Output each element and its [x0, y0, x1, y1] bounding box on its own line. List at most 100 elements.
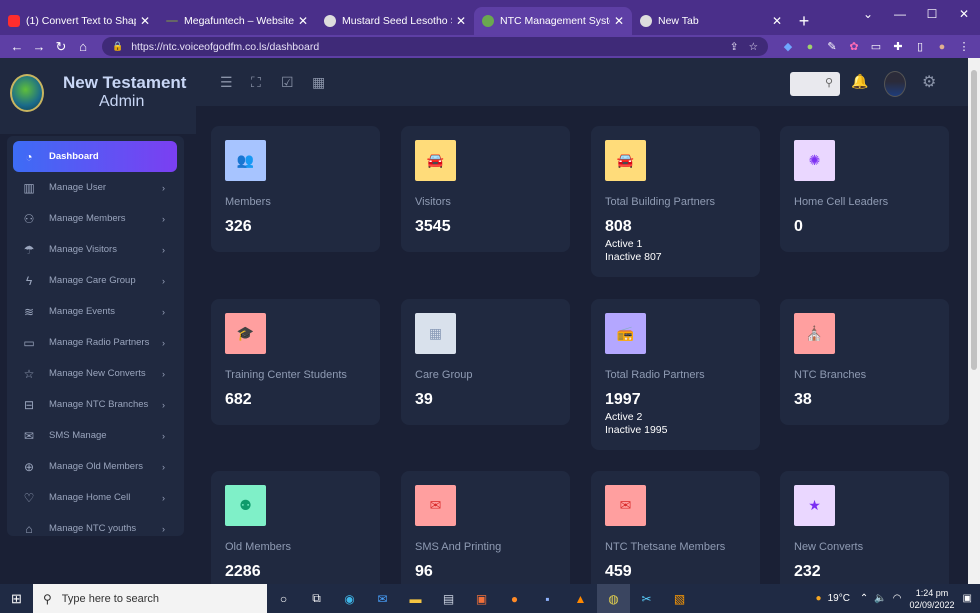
mail-app-icon[interactable]: ✉ — [366, 584, 399, 613]
bookmark-star-icon[interactable]: ☆ — [749, 41, 758, 53]
stat-card-ntc-thetsane[interactable]: ✉ NTC Thetsane Members 459 — [591, 471, 760, 584]
vlc-icon[interactable]: ▲ — [564, 584, 597, 613]
extension-icon[interactable]: ◆ — [778, 40, 798, 54]
ftp-app-icon[interactable]: ▤ — [432, 584, 465, 613]
weather-temp[interactable]: 19°C — [828, 593, 850, 604]
fullscreen-icon[interactable]: ⛶ — [251, 74, 261, 91]
browser-tab[interactable]: Megafuntech – Website designer ✕ — [158, 7, 316, 35]
volume-icon[interactable]: 🔈 — [874, 593, 886, 604]
extensions-puzzle-icon[interactable]: ✚ — [888, 40, 908, 54]
file-explorer-icon[interactable]: ▬ — [399, 584, 432, 613]
notifications-icon[interactable]: ▣ — [963, 593, 972, 604]
side-panel-icon[interactable]: ▯ — [910, 40, 930, 54]
page-scrollbar[interactable] — [968, 58, 980, 584]
close-tab-icon[interactable]: ✕ — [456, 14, 466, 28]
search-input[interactable]: ⚲ — [790, 72, 840, 96]
close-tab-icon[interactable]: ✕ — [140, 14, 150, 28]
graduation-cap-icon: 🎓 — [225, 313, 266, 354]
extension-icon[interactable]: ▭ — [866, 40, 886, 54]
forward-icon[interactable]: → — [28, 39, 50, 54]
cortana-icon[interactable]: ○ — [267, 584, 300, 613]
sidebar-item-manage-old-members[interactable]: ⊕ Manage Old Members › — [13, 451, 177, 482]
extension-icon[interactable]: ✿ — [844, 40, 864, 54]
browser-tab-active[interactable]: NTC Management System - Dash ✕ — [474, 7, 632, 35]
settings-gear-icon[interactable]: ⚙ — [922, 72, 936, 92]
sidebar-item-manage-ntc-youths[interactable]: ⌂ Manage NTC youths › — [13, 513, 177, 544]
edge-icon[interactable]: ◉ — [333, 584, 366, 613]
globe-favicon-icon — [324, 15, 336, 27]
close-tab-icon[interactable]: ✕ — [614, 14, 624, 28]
close-tab-icon[interactable]: ✕ — [772, 14, 782, 28]
church-logo[interactable] — [10, 74, 44, 112]
checkbox-icon[interactable]: ☑ — [281, 74, 294, 91]
browser-tab[interactable]: (1) Convert Text to Shape | Illustr ✕ — [0, 7, 158, 35]
stat-card-home-cell-leaders[interactable]: ✺ Home Cell Leaders 0 — [780, 126, 949, 252]
browser-tab[interactable]: Mustard Seed Lesotho Society ✕ — [316, 7, 474, 35]
user-avatar[interactable] — [884, 71, 906, 97]
search-icon[interactable]: ⚲ — [825, 76, 833, 89]
profile-avatar-icon[interactable]: ● — [932, 40, 952, 54]
back-icon[interactable]: ← — [6, 39, 28, 54]
clock[interactable]: 1:24 pm 02/09/2022 — [910, 587, 955, 611]
chevron-right-icon: › — [162, 461, 165, 472]
sidebar-item-manage-radio-partners[interactable]: ▭ Manage Radio Partners › — [13, 327, 177, 358]
sidebar-item-sms-manage[interactable]: ✉ SMS Manage › — [13, 420, 177, 451]
sidebar-item-manage-visitors[interactable]: ☂ Manage Visitors › — [13, 234, 177, 265]
scrollbar-thumb[interactable] — [971, 70, 977, 370]
home-icon[interactable]: ⌂ — [72, 39, 94, 54]
ntc-favicon-icon — [482, 15, 494, 27]
tray-chevron-up-icon[interactable]: ⌃ — [860, 593, 868, 604]
stat-card-new-converts[interactable]: ★ New Converts 232 — [780, 471, 949, 584]
terminal-icon[interactable]: ▪ — [531, 584, 564, 613]
share-icon[interactable]: ⇪ — [730, 41, 739, 53]
stat-card-members[interactable]: 👥 Members 326 — [211, 126, 380, 252]
sidebar-item-manage-care-group[interactable]: ϟ Manage Care Group › — [13, 265, 177, 296]
windows-start-icon[interactable]: ⊞ — [0, 584, 33, 613]
monitor-icon: ▭ — [23, 335, 35, 350]
youtube-favicon-icon — [8, 15, 20, 27]
snipping-tool-icon[interactable]: ✂ — [630, 584, 663, 613]
task-view-icon[interactable]: ⧉ — [300, 584, 333, 613]
new-tab-icon[interactable]: + — [790, 7, 818, 35]
tab-search-chevron-icon[interactable]: ⌄ — [852, 0, 884, 28]
sidebar-item-manage-events[interactable]: ≋ Manage Events › — [13, 296, 177, 327]
stat-card-ntc-branches[interactable]: ⛪ NTC Branches 38 — [780, 299, 949, 425]
sidebar-item-manage-user[interactable]: ▥ Manage User › — [13, 172, 177, 203]
hamburger-menu-icon[interactable]: ☰ — [220, 74, 233, 91]
stat-card-sms-printing[interactable]: ✉ SMS And Printing 96 — [401, 471, 570, 584]
browser-toolbar: ← → ↻ ⌂ 🔒 https://ntc.voiceofgodfm.co.ls… — [0, 35, 980, 58]
chevron-right-icon: › — [162, 523, 165, 534]
stat-card-care-group[interactable]: ▦ Care Group 39 — [401, 299, 570, 425]
network-icon[interactable]: ◠ — [893, 593, 902, 604]
menu-kebab-icon[interactable]: ⋮ — [954, 40, 974, 54]
sidebar-item-manage-ntc-branches[interactable]: ⊟ Manage NTC Branches › — [13, 389, 177, 420]
heart-icon: ♡ — [23, 490, 35, 505]
firefox-icon[interactable]: ● — [498, 584, 531, 613]
stat-card-training-center[interactable]: 🎓 Training Center Students 682 — [211, 299, 380, 425]
bell-icon[interactable]: 🔔 — [851, 73, 868, 90]
reload-icon[interactable]: ↻ — [50, 39, 72, 55]
close-tab-icon[interactable]: ✕ — [298, 14, 308, 28]
stat-card-building-partners[interactable]: 🚘 Total Building Partners 808 Active 1 I… — [591, 126, 760, 277]
globe-icon: ⊕ — [23, 459, 35, 474]
sidebar-item-manage-new-converts[interactable]: ☆ Manage New Converts › — [13, 358, 177, 389]
chrome-icon[interactable]: ◍ — [597, 584, 630, 613]
sidebar-item-dashboard[interactable]: ◔ Dashboard — [13, 141, 177, 172]
xampp-icon[interactable]: ▣ — [465, 584, 498, 613]
taskbar-search-input[interactable]: ⚲ Type here to search — [33, 584, 267, 613]
calendar-icon[interactable]: ▦ — [312, 74, 325, 91]
browser-tab[interactable]: New Tab ✕ — [632, 7, 790, 35]
sidebar-item-manage-home-cell[interactable]: ♡ Manage Home Cell › — [13, 482, 177, 513]
sidebar-item-manage-members[interactable]: ⚇ Manage Members › — [13, 203, 177, 234]
stat-card-visitors[interactable]: 🚘 Visitors 3545 — [401, 126, 570, 252]
weather-sun-icon[interactable]: ● — [816, 593, 822, 604]
extension-icon[interactable]: ✎ — [822, 40, 842, 54]
maximize-icon[interactable]: ☐ — [916, 0, 948, 28]
minimize-icon[interactable]: — — [884, 0, 916, 28]
extension-icon[interactable]: ● — [800, 40, 820, 54]
illustrator-icon[interactable]: ▧ — [663, 584, 696, 613]
url-bar[interactable]: 🔒 https://ntc.voiceofgodfm.co.ls/dashboa… — [102, 37, 768, 56]
stat-card-old-members[interactable]: ⚉ Old Members 2286 — [211, 471, 380, 584]
close-window-icon[interactable]: ✕ — [948, 0, 980, 28]
stat-card-radio-partners[interactable]: 📻 Total Radio Partners 1997 Active 2 Ina… — [591, 299, 760, 450]
